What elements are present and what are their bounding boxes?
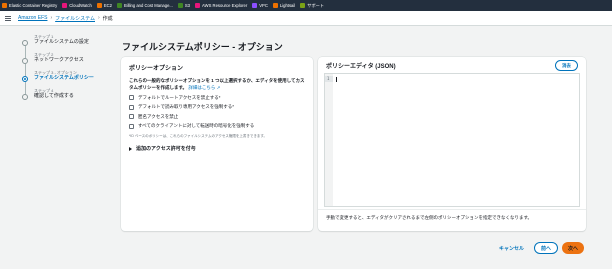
favorite-cloudwatch[interactable]: CloudWatch xyxy=(62,3,92,8)
favorite-label: AWS Resource Explorer xyxy=(202,3,248,8)
caret-right-icon xyxy=(129,146,132,151)
step-name: 確認して作成する xyxy=(34,93,74,99)
favorites-bar: Elastic Container Registry CloudWatch EC… xyxy=(0,0,612,11)
step-4: ステップ 4 確認して作成する xyxy=(22,88,107,106)
policy-editor-title: ポリシーエディタ (JSON) xyxy=(326,64,396,70)
checkbox-label: すべてのクライアントに対して転送時の暗号化を強制する xyxy=(138,123,255,128)
breadcrumb: Amazon EFS › ファイルシステム › 作成 xyxy=(0,11,612,26)
ec2-icon xyxy=(96,3,102,8)
editor-footer-text: 手動で変更すると、エディタがクリアされるまで左側のポリシーオプションを指定できな… xyxy=(326,215,533,220)
favorite-label: Elastic Container Registry xyxy=(9,3,58,8)
chevron-right-icon: › xyxy=(50,15,53,21)
checkbox-label: デフォルトで読み取り専用アクセスを強制する* xyxy=(138,104,235,109)
wizard-steps: ステップ 1 ファイルシステムの設定 ステップ 2 ネットワークアクセス ステッ… xyxy=(22,34,107,106)
favorite-ec2[interactable]: EC2 xyxy=(96,3,112,8)
grant-additional-permissions-expander[interactable]: 追加のアクセス許可を付与 xyxy=(129,145,305,152)
step-1[interactable]: ステップ 1 ファイルシステムの設定 xyxy=(22,34,107,58)
s3-icon xyxy=(177,3,183,8)
step-name: ネットワークアクセス xyxy=(34,57,84,63)
external-link-icon: ↗ xyxy=(216,84,221,90)
checkbox-box[interactable] xyxy=(129,104,134,110)
breadcrumb-current: 作成 xyxy=(102,15,113,22)
learn-more-label: 詳細はこちら xyxy=(188,84,216,90)
policy-options-panel: ポリシーオプション これらの一般的なポリシーオプションを 1 つ以上選択するか、… xyxy=(121,57,313,231)
policy-options-description: これらの一般的なポリシーオプションを 1 つ以上選択するか、エディタを使用してカ… xyxy=(129,78,305,91)
checkbox-prevent-root-access[interactable]: デフォルトでルートアクセスを禁止する* xyxy=(129,95,305,101)
identity-policy-note: *ID ベースのポリシーは、これらのファイルシステムのアクセス権限を上書きできま… xyxy=(129,134,268,138)
cancel-button[interactable]: キャンセル xyxy=(499,245,524,252)
billing-icon xyxy=(117,3,122,8)
checkbox-box[interactable] xyxy=(129,114,134,119)
favorite-resource-explorer[interactable]: AWS Resource Explorer xyxy=(195,3,247,8)
checkbox-enforce-in-transit-encryption[interactable]: すべてのクライアントに対して転送時の暗号化を強制する xyxy=(129,123,305,129)
previous-button[interactable]: 前へ xyxy=(534,242,559,254)
step-name: ファイルシステムの設定 xyxy=(34,39,89,45)
favorite-billing[interactable]: Billing and Cost Manage... xyxy=(117,3,173,8)
favorite-label: EC2 xyxy=(103,3,112,8)
page-title: ファイルシステムポリシー - オプション xyxy=(122,42,283,52)
expander-label: 追加のアクセス許可を付与 xyxy=(136,146,196,152)
favorite-label: サポート xyxy=(307,2,325,8)
checkbox-enforce-read-only[interactable]: デフォルトで読み取り専用アクセスを強制する* xyxy=(129,104,305,110)
step-circle-icon xyxy=(22,94,28,100)
favorite-label: Billing and Cost Manage... xyxy=(124,3,173,8)
chevron-right-icon: › xyxy=(98,15,100,21)
step-name: ファイルシステムポリシー xyxy=(34,75,94,81)
lightsail-icon xyxy=(272,3,278,8)
checkbox-label: デフォルトでルートアクセスを禁止する* xyxy=(138,94,221,100)
checkbox-prevent-anonymous-access[interactable]: 匿名アクセスを禁止 xyxy=(129,114,305,120)
checkbox-box[interactable] xyxy=(129,95,134,100)
step-3: ステップ 3 - オプション ファイルシステムポリシー xyxy=(22,70,107,94)
hamburger-menu-icon[interactable] xyxy=(5,15,11,21)
learn-more-link[interactable]: 詳細はこちら ↗ xyxy=(188,85,220,90)
step-2[interactable]: ステップ 2 ネットワークアクセス xyxy=(22,52,107,76)
favorite-s3[interactable]: S3 xyxy=(177,3,191,8)
resource-explorer-icon xyxy=(195,3,201,8)
breadcrumb-file-systems[interactable]: ファイルシステム xyxy=(55,15,95,22)
checkbox-label: 匿名アクセスを禁止 xyxy=(138,113,179,119)
breadcrumb-amazon-efs[interactable]: Amazon EFS xyxy=(18,15,47,21)
ecr-icon xyxy=(2,3,7,8)
next-button[interactable]: 次へ xyxy=(562,242,585,254)
favorite-label: VPC xyxy=(259,3,268,8)
text-cursor xyxy=(336,77,337,82)
support-icon xyxy=(300,3,306,8)
policy-options-title: ポリシーオプション xyxy=(129,66,184,72)
json-editor[interactable]: 1 xyxy=(324,73,580,207)
vpc-icon xyxy=(252,3,258,8)
clear-button[interactable]: 消去 xyxy=(555,60,578,71)
favorite-vpc[interactable]: VPC xyxy=(252,3,268,8)
favorite-label: CloudWatch xyxy=(69,3,92,8)
cloudwatch-icon xyxy=(62,3,68,8)
checkbox-box[interactable] xyxy=(129,123,134,129)
favorite-support[interactable]: サポート xyxy=(300,3,324,9)
divider xyxy=(318,209,586,210)
favorite-label: Lightsail xyxy=(279,3,296,8)
policy-editor-panel: ポリシーエディタ (JSON) 消去 1 手動で変更すると、エディタがクリアされ… xyxy=(318,57,586,231)
favorite-ecr[interactable]: Elastic Container Registry xyxy=(2,3,57,8)
line-number: 1 xyxy=(327,76,330,81)
favorite-lightsail[interactable]: Lightsail xyxy=(272,3,296,8)
favorite-label: S3 xyxy=(184,3,191,8)
policy-editor-header: ポリシーエディタ (JSON) 消去 xyxy=(318,57,586,74)
line-gutter xyxy=(325,74,333,206)
